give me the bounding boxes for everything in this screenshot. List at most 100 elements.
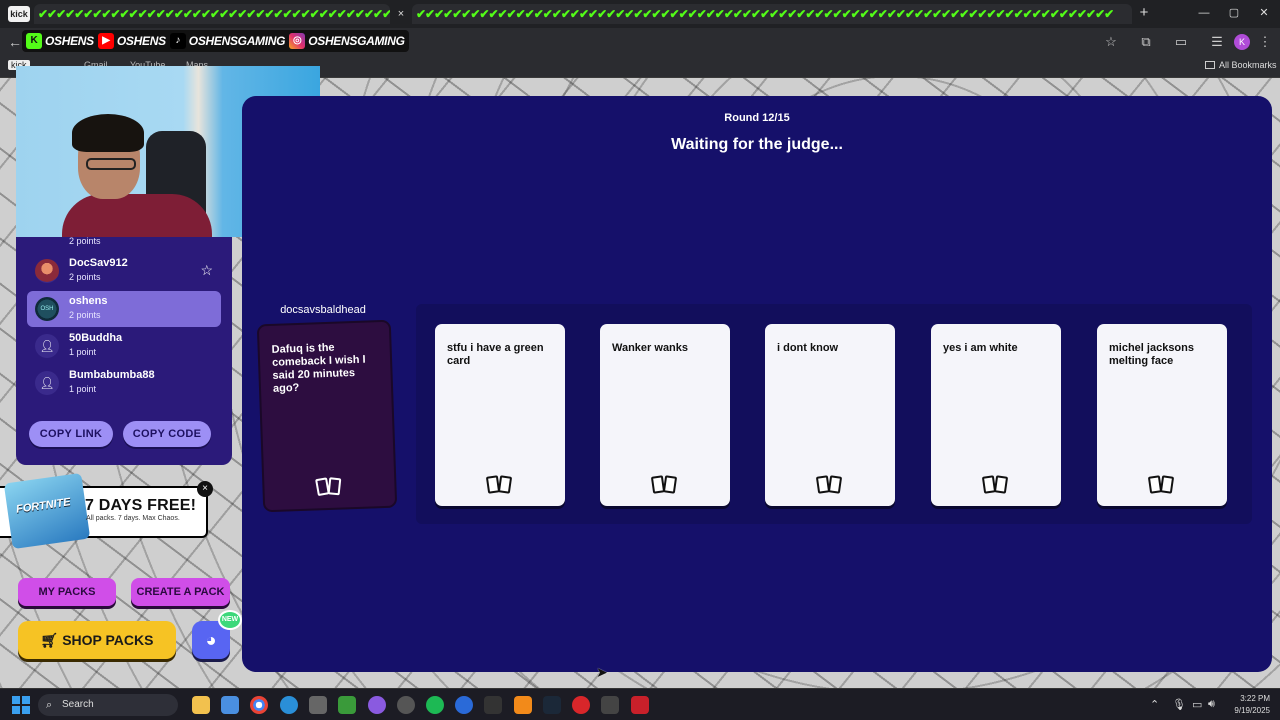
taskbar-clock[interactable]: 3:22 PM 9/19/2025 (1224, 693, 1270, 717)
cards-logo-icon (1147, 474, 1176, 496)
social-label: OSHENSGAMING (188, 34, 286, 48)
new-badge: NEW (218, 610, 242, 630)
social-label: OSHENSGAMING (308, 34, 405, 48)
my-packs-button[interactable]: MY PACKS (18, 578, 116, 606)
menu-kebab-icon[interactable]: ⋮ (1256, 33, 1274, 51)
app-icon[interactable] (455, 696, 473, 714)
round-label: Round 12/15 (724, 112, 790, 124)
app-icon[interactable] (601, 696, 619, 714)
copy-link-button[interactable]: COPY LINK (29, 421, 113, 447)
network-icon[interactable]: ▭ (1192, 698, 1202, 711)
windows-start-icon[interactable] (12, 696, 30, 714)
cart-icon: 🛒︎ (40, 632, 63, 648)
browser-tabstrip: kick ✔✔✔✔✔✔✔✔✔✔✔✔✔✔✔✔✔✔✔✔✔✔✔✔✔✔✔✔✔✔✔✔✔✔✔… (0, 0, 1280, 28)
answer-card[interactable]: i dont know (765, 324, 895, 506)
create-pack-button[interactable]: CREATE A PACK (131, 578, 230, 606)
status-heading: Waiting for the judge... (671, 136, 843, 153)
app-icon[interactable] (572, 696, 590, 714)
kick-favicon-icon: kick (8, 6, 30, 22)
media-icon[interactable]: ☰ (1208, 33, 1226, 51)
mouse-cursor-icon: ➤ (596, 664, 608, 680)
profile-avatar[interactable]: K (1234, 34, 1250, 50)
user-icon: 👤︎ (35, 371, 59, 395)
browser-tab-2[interactable]: ✔✔✔✔✔✔✔✔✔✔✔✔✔✔✔✔✔✔✔✔✔✔✔✔✔✔✔✔✔✔✔✔✔✔✔✔✔✔✔✔… (412, 4, 1132, 24)
new-tab-icon[interactable]: + (1136, 4, 1152, 22)
player-points: 1 point (69, 347, 97, 357)
spotify-icon[interactable] (426, 696, 444, 714)
player-points: 2 points (69, 310, 101, 320)
social-label: OSHENS (45, 34, 94, 48)
edge-icon[interactable] (280, 696, 298, 714)
store-icon[interactable] (221, 696, 239, 714)
instagram-icon: ◎ (289, 33, 306, 49)
answer-card[interactable]: stfu i have a green card (435, 324, 565, 506)
maximize-icon[interactable]: ▢ (1222, 4, 1246, 22)
tray-chevron-icon[interactable]: ⌃ (1150, 698, 1159, 711)
search-placeholder: Search (62, 699, 94, 710)
judge-star-icon: ☆ (200, 262, 213, 278)
tab-title: ✔✔✔✔✔✔✔✔✔✔✔✔✔✔✔✔✔✔✔✔✔✔✔✔✔✔✔✔✔✔✔✔✔✔✔✔✔✔✔✔… (38, 7, 390, 21)
file-explorer-icon[interactable] (192, 696, 210, 714)
obs-icon[interactable] (397, 696, 415, 714)
discord-icon: ◕ (205, 630, 217, 650)
avatar: OSH (35, 297, 59, 321)
discord-taskbar-icon[interactable] (368, 696, 386, 714)
app-icon[interactable] (514, 696, 532, 714)
answer-text: stfu i have a green card (447, 342, 544, 367)
cards-logo-icon (815, 474, 844, 496)
player-name: DocSav912 (69, 257, 128, 269)
player-name: Bumbabumba88 (69, 369, 155, 381)
stream-social-overlay: K OSHENS ▶ OSHENS ♪ OSHENSGAMING ◎ OSHEN… (22, 30, 409, 52)
social-instagram: ◎ OSHENSGAMING (289, 33, 405, 49)
answer-text: yes i am white (943, 342, 1018, 354)
all-bookmarks[interactable]: All Bookmarks (1205, 60, 1277, 70)
answer-card[interactable]: yes i am white (931, 324, 1061, 506)
epic-games-icon[interactable] (484, 696, 502, 714)
answer-card[interactable]: Wanker wanks (600, 324, 730, 506)
cards-logo-icon (485, 474, 514, 496)
app-icon[interactable] (309, 696, 327, 714)
player-name: 50Buddha (69, 332, 123, 344)
answer-text: i dont know (777, 342, 839, 354)
kick-icon: K (26, 33, 42, 49)
clock-date: 9/19/2025 (1234, 706, 1270, 715)
all-bookmarks-label: All Bookmarks (1219, 60, 1277, 70)
tab-close-icon[interactable]: × (393, 6, 409, 22)
windows-taskbar: ⌕ Search ⌃ 🎙︎ ▭ 🔊︎ 3:22 PM 9/19/2025 (0, 688, 1280, 720)
player-name: oshens (69, 295, 108, 307)
promo-title: 7 DAYS FREE! (85, 497, 197, 514)
player-row: DocSav912 2 points ☆ (27, 253, 221, 289)
social-tiktok: ♪ OSHENSGAMING (169, 33, 286, 49)
minimize-icon[interactable]: — (1192, 4, 1216, 22)
cards-logo-icon (981, 474, 1010, 496)
answer-card[interactable]: michel jacksons melting face (1097, 324, 1227, 506)
copy-code-button[interactable]: COPY CODE (123, 421, 211, 447)
shop-packs-label: SHOP PACKS (62, 632, 154, 648)
tiktok-icon: ♪ (169, 33, 186, 49)
window-close-icon[interactable]: ✕ (1252, 4, 1276, 22)
extensions-icon[interactable]: ⧉ (1137, 33, 1155, 51)
bookmark-star-icon[interactable]: ☆ (1102, 33, 1120, 51)
cast-icon[interactable]: ▭ (1172, 33, 1190, 51)
app-icon[interactable] (631, 696, 649, 714)
promo-subtitle: All packs. 7 days. Max Chaos. (86, 515, 180, 522)
prompt-text: Dafuq is the comeback I wish I said 20 m… (271, 341, 366, 395)
cards-logo-icon (650, 474, 679, 496)
prompt-card: Dafuq is the comeback I wish I said 20 m… (258, 321, 396, 511)
judge-name: docsavsbaldhead (280, 304, 366, 316)
promo-close-icon[interactable]: × (197, 481, 213, 497)
game-board: Round 12/15 Waiting for the judge... doc… (242, 96, 1272, 672)
volume-icon[interactable]: 🔊︎ (1208, 698, 1215, 711)
browser-tab-1[interactable]: ✔✔✔✔✔✔✔✔✔✔✔✔✔✔✔✔✔✔✔✔✔✔✔✔✔✔✔✔✔✔✔✔✔✔✔✔✔✔✔✔… (34, 4, 390, 24)
answer-text: michel jacksons melting face (1109, 342, 1194, 367)
app-icon[interactable] (338, 696, 356, 714)
shop-packs-button[interactable]: 🛒︎ SHOP PACKS (18, 621, 176, 659)
taskbar-search[interactable]: ⌕ Search (38, 694, 178, 716)
folder-icon (1205, 61, 1215, 69)
webcam-hair (72, 114, 144, 152)
mic-icon[interactable]: 🎙︎ (1172, 698, 1186, 711)
social-youtube: ▶ OSHENS (97, 33, 166, 49)
player-points: 2 points (69, 236, 101, 246)
steam-icon[interactable] (543, 696, 561, 714)
chrome-icon[interactable] (250, 696, 268, 714)
